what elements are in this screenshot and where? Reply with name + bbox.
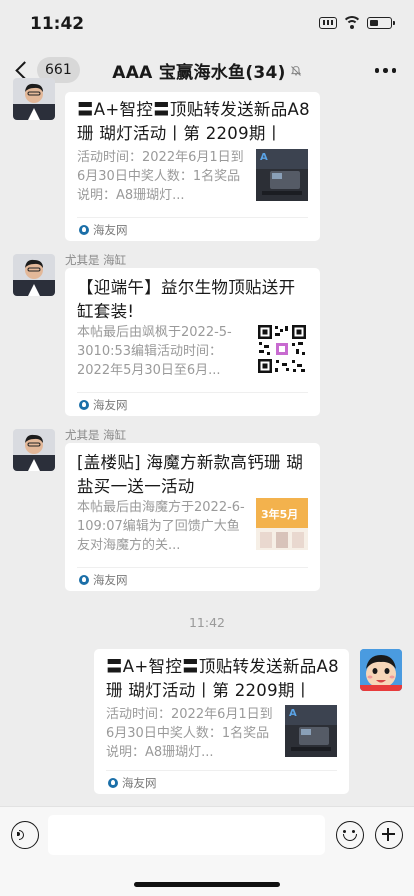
wifi-icon — [343, 16, 361, 30]
qr-code-thumbnail — [256, 323, 308, 375]
link-card[interactable]: 【迎端午】益尔生物顶贴送开缸套装! 本帖最后由飒枫于2022-5-3010:53… — [65, 268, 320, 416]
status-time: 11:42 — [30, 14, 85, 34]
card-thumbnail: A — [285, 705, 337, 757]
sender-name: 尤其是 海缸 — [65, 428, 127, 442]
card-title: 〓A+智控〓顶贴转发送新品A8珊 瑚灯活动丨第 2209期丨 — [106, 657, 339, 700]
source-name: 海友网 — [93, 573, 128, 587]
link-card[interactable]: 〓A+智控〓顶贴转发送新品A8珊 瑚灯活动丨第 2209期丨 活动时间：2022… — [65, 92, 320, 241]
svg-text:A: A — [260, 152, 268, 163]
chat-title[interactable]: AAA 宝赢海水鱼(34) — [112, 58, 286, 83]
card-divider — [77, 392, 308, 393]
card-description: 本帖最后由飒枫于2022-5-3010:53编辑活动时间：2022年5月30日至… — [77, 325, 232, 378]
thumbnail-text: 3年5月 — [261, 507, 298, 521]
source-logo-icon — [79, 400, 89, 410]
link-card[interactable]: [盖楼贴] 海魔方新款高钙珊 瑚盐买一送一活动 本帖最后由海魔方于2022-6-… — [65, 443, 320, 591]
source-logo-icon — [79, 575, 89, 585]
card-divider — [106, 770, 337, 771]
time-separator: 11:42 — [188, 615, 226, 630]
home-indicator — [134, 882, 280, 887]
card-source: 海友网 — [108, 775, 157, 791]
source-name: 海友网 — [122, 776, 157, 790]
card-thumbnail: 3年5月 — [256, 498, 308, 550]
card-title: 〓A+智控〓顶贴转发送新品A8珊 瑚灯活动丨第 2209期丨 — [77, 100, 310, 143]
sender-name: 尤其是 海缸 — [65, 253, 127, 267]
link-card[interactable]: 〓A+智控〓顶贴转发送新品A8珊 瑚灯活动丨第 2209期丨 活动时间：2022… — [94, 649, 349, 794]
screen-cast-icon — [319, 17, 337, 29]
message-input[interactable] — [48, 815, 325, 855]
card-title: [盖楼贴] 海魔方新款高钙珊 瑚盐买一送一活动 — [77, 453, 304, 496]
plus-icon[interactable] — [375, 821, 403, 849]
source-name: 海友网 — [93, 398, 128, 412]
card-divider — [77, 217, 308, 218]
card-source: 海友网 — [79, 572, 128, 588]
svg-text:A: A — [289, 708, 297, 719]
more-dots-icon[interactable] — [374, 68, 396, 73]
chat-title-wrap: AAA 宝赢海水鱼(34) — [0, 58, 414, 83]
source-logo-icon — [108, 778, 118, 788]
avatar[interactable] — [13, 78, 55, 120]
voice-icon[interactable] — [11, 821, 39, 849]
source-name: 海友网 — [93, 223, 128, 237]
card-title: 【迎端午】益尔生物顶贴送开缸套装! — [77, 278, 296, 321]
card-divider — [77, 567, 308, 568]
battery-icon — [367, 17, 395, 29]
card-description: 本帖最后由海魔方于2022-6-109:07编辑为了回馈广大鱼友对海魔方的关..… — [77, 500, 245, 553]
avatar[interactable] — [13, 254, 55, 296]
source-logo-icon — [79, 225, 89, 235]
card-source: 海友网 — [79, 222, 128, 238]
avatar[interactable] — [13, 429, 55, 471]
bell-slash-icon — [290, 65, 302, 77]
my-avatar[interactable] — [360, 649, 402, 691]
card-thumbnail: A — [256, 149, 308, 201]
status-bar: 11:42 — [0, 0, 414, 48]
card-description: 活动时间：2022年6月1日到6月30日中奖人数：1名奖品说明：A8珊瑚灯... — [77, 150, 244, 203]
emoji-icon[interactable] — [336, 821, 364, 849]
chat-nav-bar: 661 AAA 宝赢海水鱼(34) — [0, 48, 414, 92]
card-source: 海友网 — [79, 397, 128, 413]
card-description: 活动时间：2022年6月1日到6月30日中奖人数：1名奖品说明：A8珊瑚灯... — [106, 707, 273, 760]
status-icons — [319, 16, 395, 30]
